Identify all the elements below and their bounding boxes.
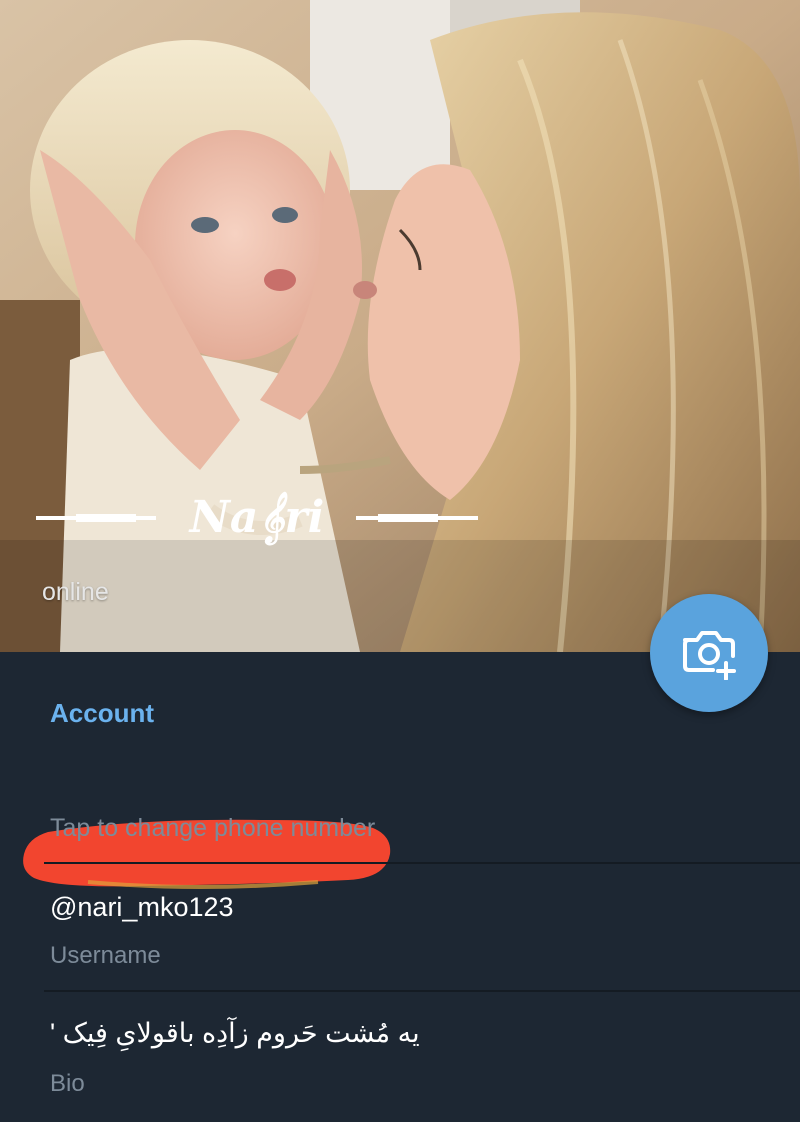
phone-change-hint: Tap to change phone number (50, 814, 376, 842)
bio-row[interactable]: یه مُشت حَروم زآدِه باقولایِ فِیک ' Bio (0, 992, 800, 1122)
account-section: Account Tap to change phone number @nari… (0, 652, 800, 1122)
nagri-logo: Na𝄞ri (36, 491, 478, 546)
logo-text: Na𝄞ri (188, 491, 325, 546)
username-label: Username (50, 942, 161, 969)
bio-label: Bio (50, 1070, 85, 1097)
section-title-account: Account (50, 698, 154, 728)
phone-number-row[interactable]: Tap to change phone number (0, 732, 800, 889)
profile-photo (0, 0, 800, 652)
online-status: online (42, 578, 109, 606)
username-value: @nari_mko123 (50, 892, 234, 922)
profile-photo-header[interactable]: Na𝄞ri online (0, 0, 800, 652)
set-profile-photo-button[interactable] (650, 594, 768, 712)
bio-value: یه مُشت حَروم زآدِه باقولایِ فِیک ' (50, 1018, 420, 1048)
username-row[interactable]: @nari_mko123 Username (0, 864, 800, 990)
camera-add-icon (683, 631, 736, 680)
